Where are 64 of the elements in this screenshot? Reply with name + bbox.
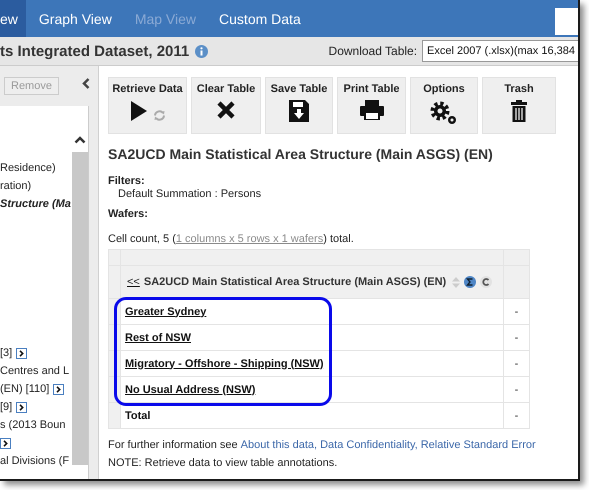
list-item[interactable]: [9] [0,401,12,413]
row-label: Total [125,410,150,422]
download-label: Download Table: [328,44,418,58]
list-item[interactable]: Residence) [0,162,56,174]
printer-icon [360,100,384,120]
filter-value: Default Summation : Persons [118,188,262,200]
nav-tab[interactable]: Graph View [24,0,130,37]
cell-count-link[interactable]: 1 columns x 5 rows x 1 wafers [176,233,324,245]
save-icon [289,100,309,122]
c-icon[interactable] [480,276,492,288]
filters-label: Filters: [108,175,146,187]
scrollbar-thumb[interactable] [72,152,88,465]
footer-text: For further information see [108,439,238,451]
toolbar-button[interactable]: Clear Table [191,77,261,134]
toolbar-button[interactable]: Options [410,77,478,134]
column-header-text: SA2UCD Main Statistical Area Structure (Main ASGS) (EN) [144,276,446,288]
expand-icon[interactable] [16,348,28,358]
cell-count-text: Cell count, 5 ( [108,233,176,245]
footer-link[interactable]: About this data, [240,439,318,451]
toolbar-button[interactable]: Retrieve Data [108,77,187,134]
footer-link[interactable]: Data Confidentiality, [320,439,418,451]
table-cell: - [504,350,530,376]
sum-icon[interactable] [464,276,476,288]
close-icon [216,100,236,120]
toolbar-button[interactable]: Print Table [337,77,406,134]
footer-link[interactable]: Relative Standard Error [420,439,536,451]
list-item[interactable]: s (2013 Boun [0,419,66,431]
cell-count-text: ) total. [323,233,354,245]
list-item[interactable]: (EN) [110] [0,383,50,395]
row-label-link[interactable]: No Usual Address (NSW) [125,384,256,396]
collapse-icon[interactable] [82,78,90,89]
table-cell [108,250,120,266]
list-item[interactable]: ration) [0,180,32,192]
table-cell: - [504,324,530,350]
nav-tab[interactable]: ew [0,0,26,37]
refresh-icon [152,109,166,122]
table-cell: - [504,376,530,402]
back-link[interactable]: << [127,276,140,288]
table-heading: SA2UCD Main Statistical Area Structure (Main ASGS) (EN) [108,146,494,162]
wafers-label: Wafers: [108,208,149,220]
list-item[interactable]: al Divisions (F [0,455,70,467]
note-text: NOTE: Retrieve data to view table annotations. [108,457,338,469]
list-item[interactable]: Centres and L [0,365,70,377]
list-item[interactable]: Structure (Ma [0,198,71,210]
scroll-up-icon[interactable] [74,136,86,144]
table-cell: - [504,402,530,428]
toolbar-button[interactable]: Save Table [265,77,333,134]
trash-icon [511,100,527,122]
expand-icon[interactable] [0,438,11,448]
download-format-select[interactable]: Excel 2007 (.xlsx)(max 16,384 [422,40,578,62]
dataset-title: ts Integrated Dataset, 2011 [0,42,190,60]
toolbar-button[interactable]: Trash [482,77,556,134]
play-icon [130,100,148,122]
row-label-link[interactable]: Rest of NSW [125,332,191,344]
info-icon[interactable] [195,44,208,58]
nav-tab[interactable]: Custom Data [212,0,319,37]
table-cell: - [504,298,530,324]
table-cell [504,250,530,266]
row-label-link[interactable]: Greater Sydney [125,306,206,318]
search-field[interactable] [555,8,578,35]
expand-icon[interactable] [53,384,64,394]
list-item[interactable]: [3] [0,347,12,359]
settings-icon [429,100,459,126]
expand-icon[interactable] [16,402,28,412]
